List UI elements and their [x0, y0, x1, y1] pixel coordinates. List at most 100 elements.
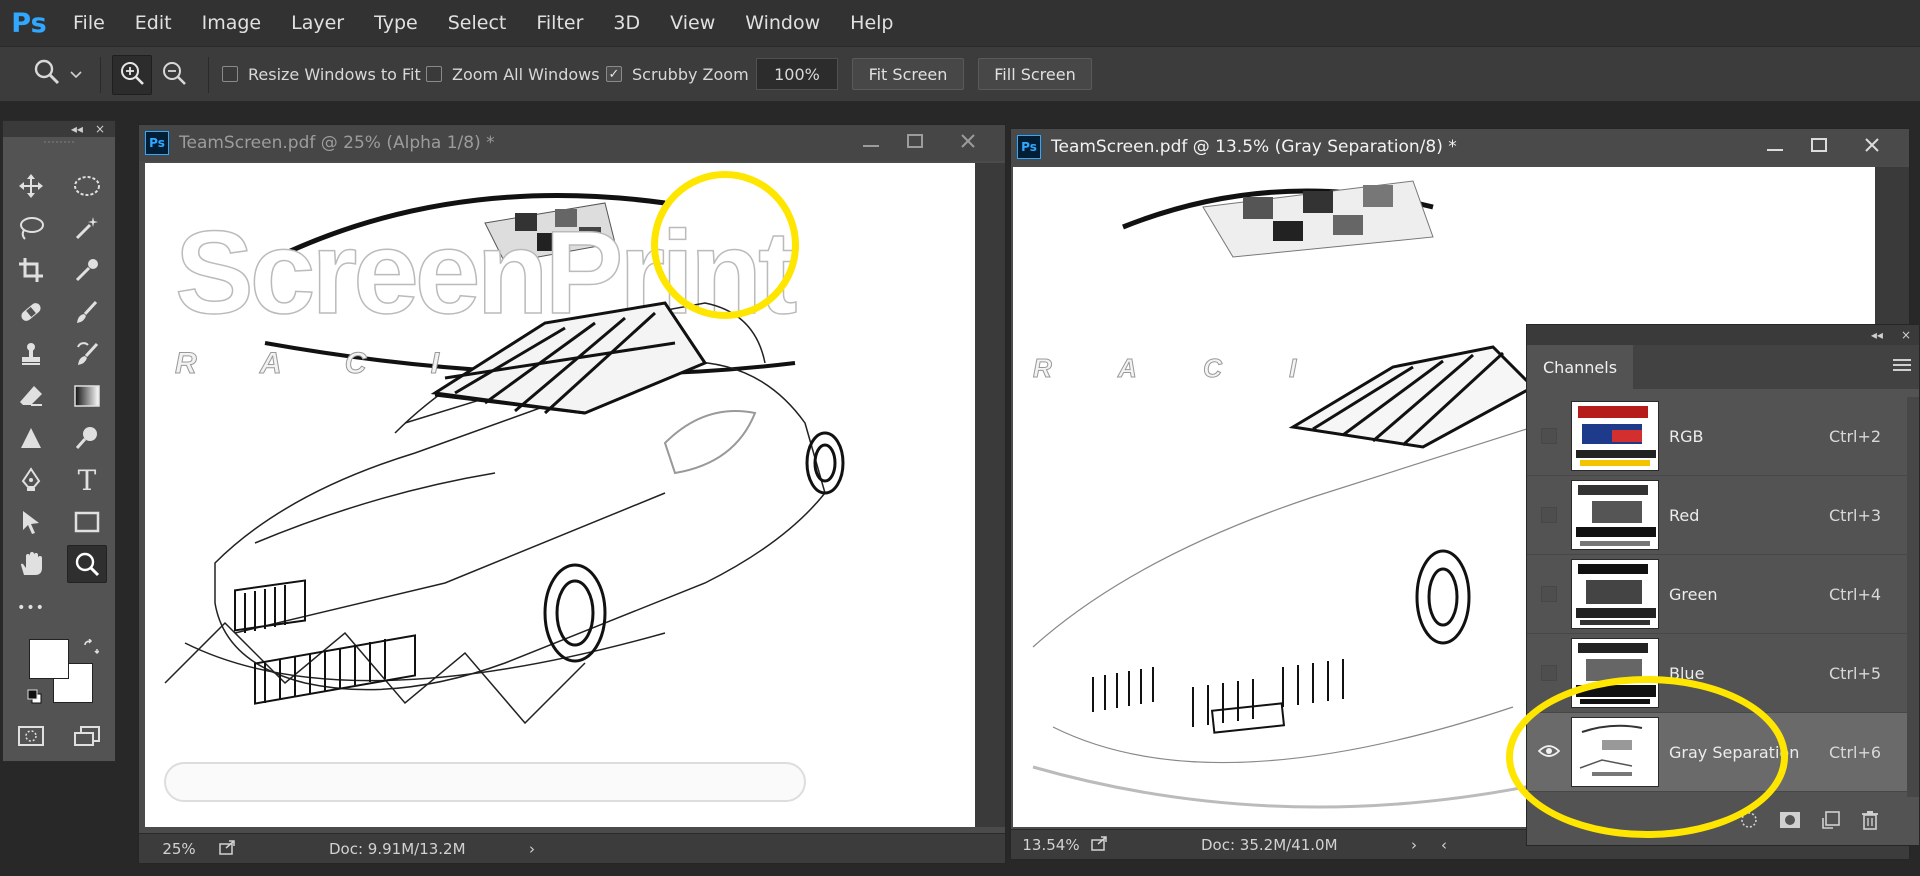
- zoom-readout[interactable]: 13.54%: [1011, 836, 1091, 854]
- vertical-scrollbar[interactable]: [975, 163, 1005, 827]
- sharpen-tool[interactable]: [11, 419, 51, 457]
- channel-row-red[interactable]: Red Ctrl+3: [1527, 476, 1907, 555]
- hand-tool[interactable]: [11, 545, 51, 583]
- tab-channels[interactable]: Channels: [1527, 345, 1634, 389]
- art-racing-text: R A C I: [175, 347, 467, 380]
- fill-screen-button[interactable]: Fill Screen: [978, 58, 1092, 90]
- quick-mask-button[interactable]: [11, 717, 51, 755]
- collapse-panel-icon[interactable]: ◂◂: [1871, 328, 1883, 342]
- menu-type[interactable]: Type: [359, 0, 433, 46]
- panel-scrollbar[interactable]: [1907, 397, 1919, 797]
- menu-image[interactable]: Image: [187, 0, 277, 46]
- channel-row-green[interactable]: Green Ctrl+4: [1527, 555, 1907, 634]
- close-icon[interactable]: ×: [95, 122, 105, 136]
- menu-view[interactable]: View: [655, 0, 730, 46]
- menu-file[interactable]: File: [58, 0, 120, 46]
- status-menu-arrow-icon[interactable]: ›: [529, 840, 535, 858]
- clone-stamp-tool[interactable]: [11, 335, 51, 373]
- healing-brush-tool[interactable]: [11, 293, 51, 331]
- minimize-button[interactable]: [849, 125, 893, 161]
- menu-layer[interactable]: Layer: [276, 0, 359, 46]
- scrubby-zoom-checkbox[interactable]: ✓: [606, 66, 622, 82]
- maximize-button[interactable]: [1797, 129, 1841, 165]
- eyedropper-tool[interactable]: [67, 251, 107, 289]
- zoom-in-button[interactable]: [112, 55, 152, 95]
- scrubby-zoom-label: Scrubby Zoom: [632, 64, 749, 84]
- type-tool[interactable]: T: [67, 461, 107, 499]
- lasso-tool[interactable]: [11, 209, 51, 247]
- zoom-out-button[interactable]: [154, 55, 194, 95]
- menu-3d[interactable]: 3D: [598, 0, 655, 46]
- document-title: TeamScreen.pdf @ 25% (Alpha 1/8) *: [179, 133, 495, 153]
- rectangle-tool[interactable]: [67, 503, 107, 541]
- swap-colors-icon[interactable]: [83, 638, 100, 659]
- tool-preset-picker[interactable]: [10, 57, 90, 91]
- document-window-left[interactable]: Ps TeamScreen.pdf @ 25% (Alpha 1/8) * Sc…: [138, 124, 1006, 864]
- share-icon[interactable]: [1091, 835, 1121, 855]
- edit-toolbar-button[interactable]: •••: [11, 589, 51, 627]
- tools-panel: ◂◂ × T •••: [2, 120, 116, 762]
- save-selection-icon[interactable]: [1779, 811, 1801, 833]
- resize-windows-checkbox[interactable]: [222, 66, 238, 82]
- new-channel-icon[interactable]: [1821, 810, 1841, 834]
- resize-windows-option[interactable]: Resize Windows to Fit: [222, 59, 421, 89]
- default-colors-icon[interactable]: [27, 689, 43, 709]
- crop-tool[interactable]: [11, 251, 51, 289]
- zoom-all-windows-option[interactable]: Zoom All Windows: [426, 59, 600, 89]
- menu-help[interactable]: Help: [835, 0, 908, 46]
- scrubby-zoom-option[interactable]: ✓ Scrubby Zoom: [606, 59, 749, 89]
- minimize-icon: [863, 133, 879, 153]
- maximize-button[interactable]: [893, 125, 937, 161]
- screen-mode-button[interactable]: [67, 717, 107, 755]
- checkered-flag-art: [1202, 180, 1434, 258]
- gradient-tool[interactable]: [67, 377, 107, 415]
- document-title-bar[interactable]: Ps TeamScreen.pdf @ 25% (Alpha 1/8) *: [139, 125, 1005, 161]
- panel-menu-button[interactable]: [1893, 357, 1911, 375]
- eraser-tool[interactable]: [11, 377, 51, 415]
- magic-wand-tool[interactable]: [67, 209, 107, 247]
- menu-bar: Ps File Edit Image Layer Type Select Fil…: [0, 0, 1920, 46]
- status-menu-arrow-icon[interactable]: ›: [1411, 836, 1417, 854]
- minimize-icon: [1767, 137, 1783, 157]
- document-canvas[interactable]: ScreenPrint R A C I: [145, 163, 975, 827]
- visibility-toggle[interactable]: [1527, 476, 1571, 554]
- resize-windows-label: Resize Windows to Fit: [248, 64, 421, 84]
- move-tool[interactable]: [11, 167, 51, 205]
- visibility-toggle[interactable]: [1527, 555, 1571, 633]
- channel-shortcut: Ctrl+3: [1829, 505, 1882, 525]
- dodge-tool[interactable]: [67, 419, 107, 457]
- highlight-circle: [651, 171, 799, 319]
- channel-row-rgb[interactable]: RGB Ctrl+2: [1527, 397, 1907, 476]
- menu-select[interactable]: Select: [433, 0, 522, 46]
- close-icon[interactable]: ×: [1901, 328, 1911, 342]
- zoom-level-field[interactable]: 100%: [756, 58, 838, 90]
- close-window-button[interactable]: [1841, 129, 1903, 165]
- pen-tool[interactable]: [11, 461, 51, 499]
- menu-window[interactable]: Window: [730, 0, 835, 46]
- history-brush-tool[interactable]: [67, 335, 107, 373]
- collapse-panel-icon[interactable]: ◂◂: [71, 122, 83, 136]
- scroll-left-arrow-icon[interactable]: ‹: [1441, 836, 1447, 854]
- visibility-toggle[interactable]: [1527, 397, 1571, 475]
- zoom-tool[interactable]: [67, 545, 107, 583]
- share-icon[interactable]: [219, 839, 249, 859]
- brush-tool[interactable]: [67, 293, 107, 331]
- panel-grip[interactable]: [44, 141, 74, 144]
- checkmark-icon: ✓: [608, 66, 620, 82]
- channel-shortcut: Ctrl+5: [1829, 663, 1882, 683]
- marquee-tool[interactable]: [67, 167, 107, 205]
- path-selection-tool[interactable]: [11, 503, 51, 541]
- fit-screen-button[interactable]: Fit Screen: [852, 58, 964, 90]
- document-title-bar[interactable]: Ps TeamScreen.pdf @ 13.5% (Gray Separati…: [1011, 129, 1909, 165]
- zoom-readout[interactable]: 25%: [139, 840, 219, 858]
- screen-mode-icon: [73, 725, 101, 747]
- trash-icon[interactable]: [1861, 810, 1879, 834]
- foreground-color-swatch[interactable]: [29, 639, 69, 679]
- bandage-icon: [17, 299, 45, 325]
- zoom-all-windows-checkbox[interactable]: [426, 66, 442, 82]
- menu-filter[interactable]: Filter: [521, 0, 598, 46]
- elliptical-marquee-icon: [73, 174, 101, 198]
- close-window-button[interactable]: [937, 125, 999, 161]
- minimize-button[interactable]: [1753, 129, 1797, 165]
- menu-edit[interactable]: Edit: [120, 0, 187, 46]
